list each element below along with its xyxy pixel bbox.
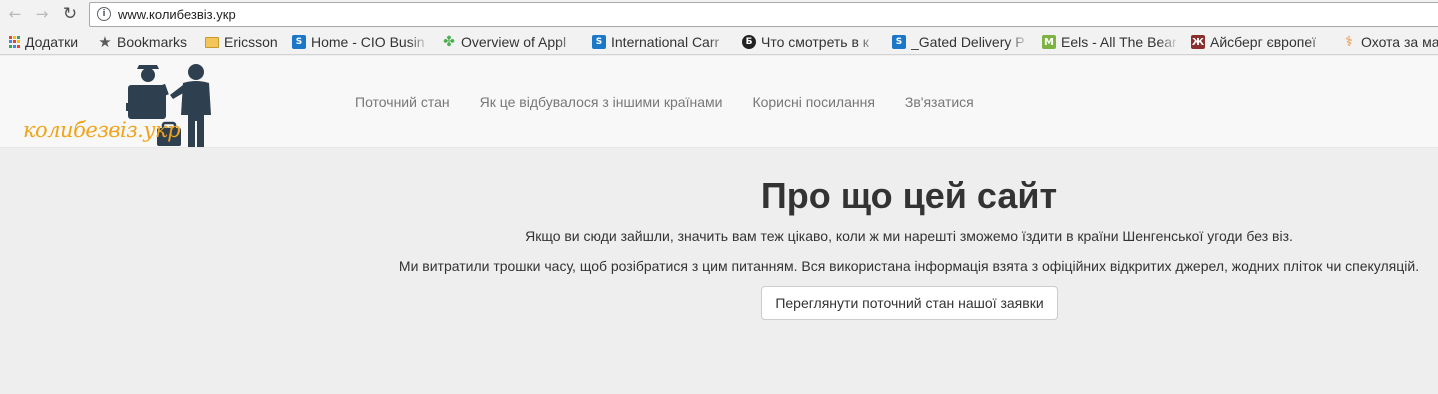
nav-link-other-countries[interactable]: Як це відбувалося з іншими країнами [465, 94, 738, 110]
bookmark-label: International Carr [611, 34, 720, 50]
page-title: Про що цей сайт [760, 175, 1058, 216]
bookmark-label: Overview of Appl [461, 34, 567, 50]
b-circle-icon: Б [742, 35, 756, 49]
sharepoint-icon: S [292, 35, 306, 49]
forward-arrow-icon[interactable]: → [32, 4, 52, 24]
leaf-icon: ✤ [443, 34, 455, 50]
bookmark-international[interactable]: S International Carr [592, 33, 730, 51]
bookmarks-bar: Додатки ★ Bookmarks Ericsson S Home - CI… [0, 29, 1438, 55]
address-bar[interactable]: i www.колибезвіз.укр [89, 2, 1438, 27]
bookmark-home-cio[interactable]: S Home - CIO Busin [292, 33, 430, 51]
reload-icon[interactable]: ↻ [60, 4, 80, 24]
bookmark-label: Ericsson [224, 34, 278, 50]
sources-text: Ми витратили трошки часу, щоб розібратис… [398, 258, 1420, 274]
bookmark-okhota[interactable]: ⚕ Охота за ма [1342, 33, 1438, 51]
info-icon[interactable]: i [97, 7, 111, 21]
zh-icon: Ж [1191, 35, 1205, 49]
bookmark-gated-delivery[interactable]: S _Gated Delivery P [892, 33, 1030, 51]
bookmark-label: Айсберг європеї [1210, 34, 1316, 50]
bookmark-label: Что смотреть в к [761, 34, 869, 50]
back-arrow-icon[interactable]: ← [5, 4, 25, 24]
intro-text: Якщо ви сюди зайшли, значить вам теж цік… [525, 228, 1293, 244]
folder-icon [205, 36, 219, 48]
bookmark-aisberg[interactable]: Ж Айсберг європеї [1191, 33, 1330, 51]
flame-icon: ⚕ [1345, 34, 1353, 50]
browser-toolbar: ← → ↻ i www.колибезвіз.укр [0, 0, 1438, 29]
bookmark-ericsson[interactable]: Ericsson [205, 33, 285, 51]
bookmark-label: Bookmarks [117, 34, 188, 50]
site-navbar: колибезвіз.укр Поточний стан Як це відбу… [0, 56, 1438, 148]
nav-link-useful-links[interactable]: Корисні посилання [737, 94, 889, 110]
sharepoint-icon: S [592, 35, 606, 49]
star-icon: ★ [98, 33, 112, 51]
view-application-status-button[interactable]: Переглянути поточний стан нашої заявки [761, 286, 1058, 320]
bookmark-overview[interactable]: ✤ Overview of Appl [442, 33, 579, 51]
bookmark-chto-smotret[interactable]: Б Что смотреть в к [742, 33, 879, 51]
nav-link-contact[interactable]: Зв'язатися [890, 94, 989, 110]
apps-grid-icon [8, 36, 20, 48]
site-logo[interactable]: колибезвіз.укр [20, 61, 220, 147]
bookmark-eels[interactable]: M Eels - All The Bear [1042, 33, 1180, 51]
nav-link-current-status[interactable]: Поточний стан [340, 94, 465, 110]
main-nav: Поточний стан Як це відбувалося з іншими… [340, 94, 989, 110]
bookmark-label: Додатки [25, 34, 79, 50]
address-bar-url[interactable]: www.колибезвіз.укр [118, 7, 236, 22]
bookmark-apps[interactable]: Додатки [8, 33, 90, 51]
bookmark-bookmarks[interactable]: ★ Bookmarks [98, 33, 198, 51]
bookmark-label: Охота за ма [1361, 34, 1438, 50]
m-icon: M [1042, 35, 1056, 49]
sharepoint-icon: S [892, 35, 906, 49]
logo-text: колибезвіз.укр [23, 118, 181, 142]
